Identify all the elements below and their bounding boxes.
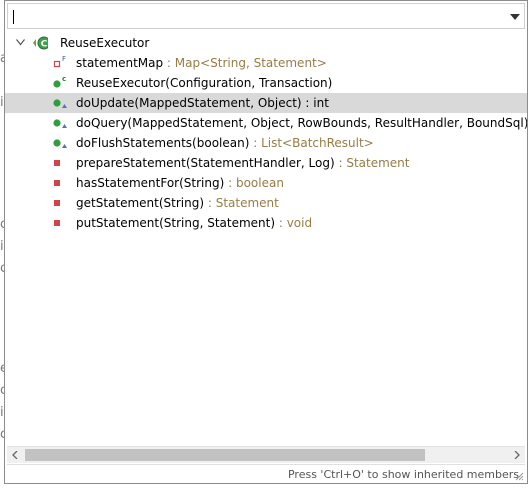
member-label: getStatement(String) : Statement xyxy=(76,196,279,210)
filter-field[interactable] xyxy=(7,3,525,29)
member-signature: ReuseExecutor(Configuration, Transaction… xyxy=(76,76,333,90)
quick-outline-popup: C ReuseExecutor FstatementMap : Map<Stri… xyxy=(4,0,528,484)
public-override-method-icon xyxy=(53,119,67,128)
member-label: putStatement(String, Statement) : void xyxy=(76,216,312,230)
chevron-down-icon xyxy=(510,14,520,20)
member-label: hasStatementFor(String) : boolean xyxy=(76,176,284,190)
filter-input[interactable] xyxy=(12,7,492,25)
member-type-separator: : xyxy=(163,56,175,70)
member-return-type: Map<String, Statement> xyxy=(174,56,327,70)
member-signature: doUpdate(MappedStatement, Object) xyxy=(76,96,302,110)
member-return-type: boolean xyxy=(235,176,284,190)
public-constructor-icon: c xyxy=(53,76,66,88)
public-override-method-icon xyxy=(53,99,67,108)
outline-member-row[interactable]: putStatement(String, Statement) : void xyxy=(5,213,527,233)
member-signature: doQuery(MappedStatement, Object, RowBoun… xyxy=(76,116,527,130)
member-label: ReuseExecutor(Configuration, Transaction… xyxy=(76,76,332,90)
svg-text:C: C xyxy=(41,40,48,50)
resize-grip-icon[interactable] xyxy=(514,471,524,481)
member-return-type: int xyxy=(313,96,329,110)
horizontal-scrollbar[interactable] xyxy=(7,446,525,463)
member-type-separator: : xyxy=(334,156,347,170)
private-method-icon xyxy=(54,220,60,226)
private-method-icon xyxy=(54,200,60,206)
member-return-type: List<BatchResult> xyxy=(261,136,374,150)
outline-member-row[interactable]: c ReuseExecutor(Configuration, Transactio… xyxy=(5,73,527,93)
inherited-members-hint: Press 'Ctrl+O' to show inherited members xyxy=(287,468,519,481)
member-type-separator: : xyxy=(275,216,287,230)
view-menu-button[interactable] xyxy=(508,10,522,24)
scrollbar-thumb[interactable] xyxy=(25,449,425,461)
outline-member-row[interactable]: hasStatementFor(String) : boolean xyxy=(5,173,527,193)
chevron-right-icon xyxy=(514,451,520,459)
member-type-separator: : xyxy=(301,96,314,110)
member-label: doFlushStatements(boolean) : List<BatchR… xyxy=(76,136,374,150)
member-label: doQuery(MappedStatement, Object, RowBoun… xyxy=(76,116,527,130)
class-name-label: ReuseExecutor xyxy=(60,36,150,50)
private-method-icon xyxy=(54,180,60,186)
member-signature: statementMap xyxy=(76,56,164,70)
chevron-left-icon xyxy=(12,451,18,459)
private-field-final-icon: F xyxy=(53,56,66,68)
member-signature: hasStatementFor(String) xyxy=(76,176,225,190)
public-override-method-icon xyxy=(53,139,67,148)
outline-member-row[interactable]: getStatement(String) : Statement xyxy=(5,193,527,213)
member-label: statementMap : Map<String, Statement> xyxy=(76,56,327,70)
member-label: prepareStatement(StatementHandler, Log) … xyxy=(76,156,410,170)
member-signature: doFlushStatements(boolean) xyxy=(76,136,250,150)
member-return-type: Statement xyxy=(346,156,410,170)
member-type-separator: : xyxy=(224,176,236,190)
member-return-type: Statement xyxy=(215,196,279,210)
outline-tree[interactable]: C ReuseExecutor FstatementMap : Map<Stri… xyxy=(5,33,527,443)
member-return-type: void xyxy=(286,216,313,230)
collapse-arrow-icon[interactable] xyxy=(16,39,25,46)
outline-member-row[interactable]: doQuery(MappedStatement, Object, RowBoun… xyxy=(5,113,527,133)
svg-text:c: c xyxy=(62,76,66,83)
outline-member-row[interactable]: prepareStatement(StatementHandler, Log) … xyxy=(5,153,527,173)
tree-root-row[interactable]: C ReuseExecutor xyxy=(5,33,527,53)
member-type-separator: : xyxy=(249,136,262,150)
member-label: doUpdate(MappedStatement, Object) : int xyxy=(76,96,329,110)
member-signature: prepareStatement(StatementHandler, Log) xyxy=(76,156,335,170)
scroll-left-button[interactable] xyxy=(10,450,20,460)
outline-member-row[interactable]: FstatementMap : Map<String, Statement> xyxy=(5,53,527,73)
outline-member-row[interactable]: doUpdate(MappedStatement, Object) : int xyxy=(5,93,527,113)
outline-member-row[interactable]: doFlushStatements(boolean) : List<BatchR… xyxy=(5,133,527,153)
scroll-right-button[interactable] xyxy=(512,450,522,460)
status-bar: Press 'Ctrl+O' to show inherited members xyxy=(7,464,525,482)
member-signature: putStatement(String, Statement) xyxy=(76,216,276,230)
private-method-icon xyxy=(54,160,60,166)
class-icon: C xyxy=(33,36,48,50)
member-signature: getStatement(String) xyxy=(76,196,205,210)
svg-text:F: F xyxy=(62,56,66,63)
member-type-separator: : xyxy=(204,196,216,210)
